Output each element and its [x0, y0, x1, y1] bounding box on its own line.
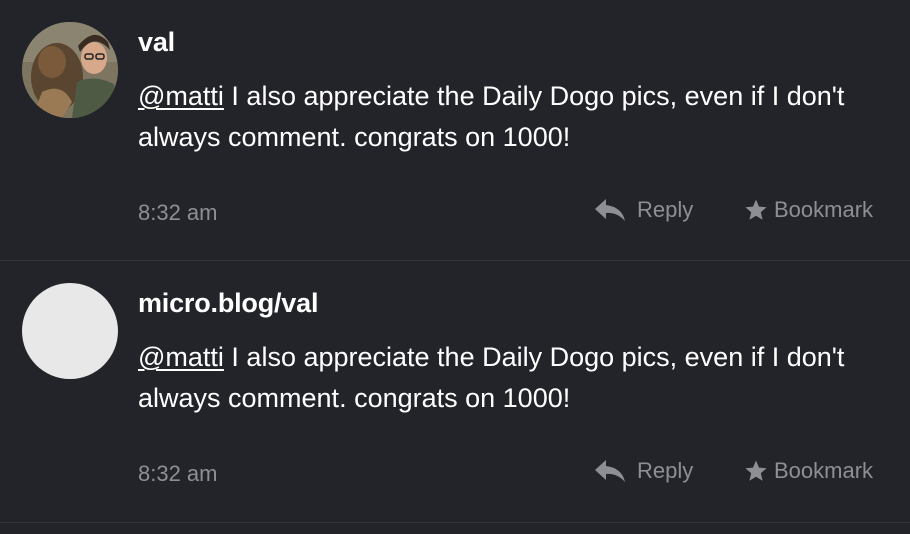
post-text: @matti I also appreciate the Daily Dogo …	[138, 337, 878, 419]
avatar[interactable]	[22, 283, 118, 379]
username[interactable]: val	[138, 27, 175, 58]
mention-link[interactable]: @matti	[138, 81, 224, 111]
post-item: micro.blog/val @matti I also appreciate …	[0, 261, 910, 523]
bookmark-label: Bookmark	[774, 197, 874, 222]
reply-arrow-icon	[593, 197, 627, 223]
username[interactable]: micro.blog/val	[138, 288, 318, 319]
bookmark-button[interactable]: Bookmark	[744, 458, 873, 484]
post-text: @matti I also appreciate the Daily Dogo …	[138, 76, 878, 158]
bookmark-button[interactable]: Bookmark	[744, 197, 873, 223]
post-timestamp[interactable]: 8:32 am	[138, 461, 218, 487]
avatar-photo	[22, 22, 118, 118]
post-timestamp[interactable]: 8:32 am	[138, 200, 218, 226]
avatar[interactable]	[22, 22, 118, 118]
reply-arrow-icon	[593, 458, 627, 484]
reply-label: Reply	[637, 197, 694, 222]
reply-button[interactable]: Reply	[593, 458, 693, 484]
timeline: val @matti I also appreciate the Daily D…	[0, 0, 910, 534]
post-body: I also appreciate the Daily Dogo pics, e…	[138, 342, 845, 413]
reply-button[interactable]: Reply	[593, 197, 693, 223]
bookmark-label: Bookmark	[774, 458, 874, 483]
star-icon	[744, 198, 768, 222]
post-item: val @matti I also appreciate the Daily D…	[0, 0, 910, 261]
reply-label: Reply	[637, 458, 694, 483]
post-body: I also appreciate the Daily Dogo pics, e…	[138, 81, 845, 152]
star-icon	[744, 459, 768, 483]
mention-link[interactable]: @matti	[138, 342, 224, 372]
